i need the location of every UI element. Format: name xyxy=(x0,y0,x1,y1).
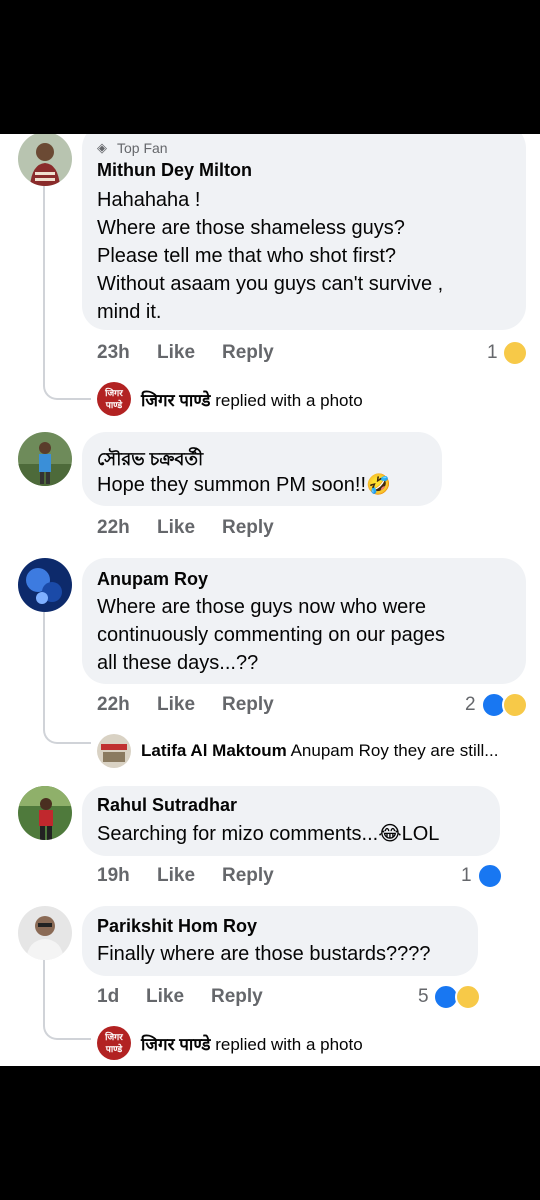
comment-time[interactable]: 22h xyxy=(97,517,130,539)
reply-author[interactable]: Latifa Al Maktoum xyxy=(141,741,287,760)
thread-line xyxy=(43,960,91,1040)
reaction-count[interactable]: 5 xyxy=(418,986,429,1008)
avatar[interactable] xyxy=(18,906,72,960)
comment-time[interactable]: 23h xyxy=(97,342,130,364)
comment-time[interactable]: 19h xyxy=(97,865,130,887)
haha-emoji xyxy=(502,692,528,718)
reply-button[interactable]: Reply xyxy=(222,517,274,539)
reaction-count[interactable]: 1 xyxy=(461,865,472,887)
avatar[interactable] xyxy=(18,134,72,186)
comment-text: Hahahaha ! Where are those shameless guy… xyxy=(97,189,444,323)
comments-panel: ◈ Top Fan Mithun Dey Milton Hahahaha ! W… xyxy=(0,134,540,1066)
reply-button[interactable]: Reply xyxy=(222,865,274,887)
reply-avatar[interactable]: जिगर पाण्डे xyxy=(97,1026,131,1060)
like-button[interactable]: Like xyxy=(157,865,195,887)
top-fan-diamond-icon: ◈ xyxy=(97,140,107,155)
comment-author[interactable]: Rahul Sutradhar xyxy=(97,795,237,816)
reply-avatar[interactable]: जिगर पाण्डे xyxy=(97,382,131,416)
haha-emoji xyxy=(455,984,481,1010)
reaction-count[interactable]: 1 xyxy=(487,342,498,364)
reply-button[interactable]: Reply xyxy=(211,986,263,1008)
reply-avatar[interactable] xyxy=(97,734,131,768)
comment-text: Finally where are those bustards???? xyxy=(97,943,431,965)
comment-text: Hope they summon PM soon!!🤣 xyxy=(97,474,391,496)
reply-preview[interactable]: जिगर पाण्डे replied with a photo xyxy=(141,388,363,411)
reply-author[interactable]: जिगर पाण्डे xyxy=(141,391,211,410)
like-icon xyxy=(477,863,503,889)
reply-snippet: replied with a photo xyxy=(215,391,363,410)
haha-emoji xyxy=(502,340,528,366)
reply-button[interactable]: Reply xyxy=(222,342,274,364)
comment-time[interactable]: 22h xyxy=(97,694,130,716)
reply-button[interactable]: Reply xyxy=(222,694,274,716)
reply-preview[interactable]: Latifa Al Maktoum Anupam Roy they are st… xyxy=(141,741,498,761)
like-button[interactable]: Like xyxy=(157,342,195,364)
comment-author[interactable]: Parikshit Hom Roy xyxy=(97,916,257,937)
like-button[interactable]: Like xyxy=(157,517,195,539)
comment-author[interactable]: Mithun Dey Milton xyxy=(97,160,252,181)
comment-time[interactable]: 1d xyxy=(97,986,119,1008)
avatar[interactable] xyxy=(18,786,72,840)
reply-snippet: replied with a photo xyxy=(215,1035,363,1054)
reaction-count[interactable]: 2 xyxy=(465,694,476,716)
comment-text: Searching for mizo comments...😂LOL xyxy=(97,823,440,845)
avatar[interactable] xyxy=(18,558,72,612)
comment-text: Where are those guys now who were contin… xyxy=(97,596,445,674)
top-fan-badge: Top Fan xyxy=(117,140,168,156)
reply-preview[interactable]: जिगर पाण्डे replied with a photo xyxy=(141,1032,363,1055)
like-button[interactable]: Like xyxy=(157,694,195,716)
avatar[interactable] xyxy=(18,432,72,486)
reply-snippet: Anupam Roy they are still... xyxy=(290,741,499,760)
like-button[interactable]: Like xyxy=(146,986,184,1008)
reply-author[interactable]: जिगर पाण्डे xyxy=(141,1035,211,1054)
comment-author[interactable]: Anupam Roy xyxy=(97,569,208,590)
